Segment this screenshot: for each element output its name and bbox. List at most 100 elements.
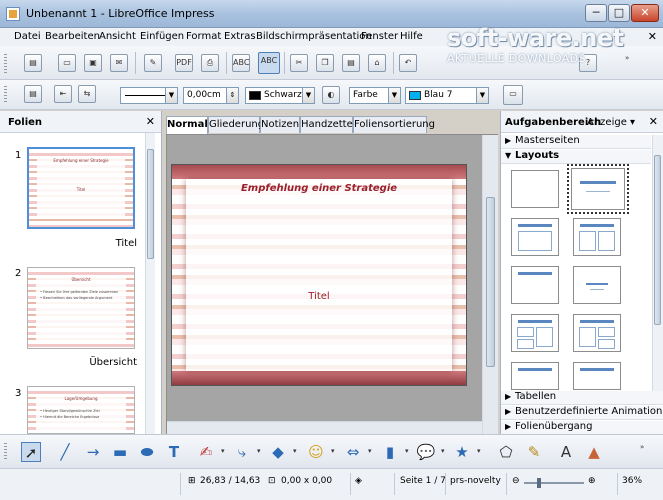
- chevron-down-icon[interactable]: ▾: [293, 447, 297, 455]
- callouts-icon[interactable]: 💬: [416, 442, 436, 462]
- stars-icon[interactable]: ★: [452, 442, 472, 462]
- zoom-out-button[interactable]: ⊖: [512, 476, 520, 486]
- layouts-scrollbar[interactable]: [652, 135, 663, 391]
- section-animation[interactable]: ▶ Benutzerdefinierte Animation: [501, 406, 663, 420]
- symbol-shapes-icon[interactable]: ☺: [306, 442, 326, 462]
- copy-icon[interactable]: ❐: [316, 54, 334, 72]
- glue-points-icon[interactable]: ✎: [524, 442, 544, 462]
- chevron-down-icon[interactable]: ▾: [441, 447, 445, 455]
- area-fill-icon[interactable]: ◐: [322, 86, 340, 104]
- slide-title[interactable]: Empfehlung einer Strategie: [186, 183, 452, 194]
- chevron-down-icon[interactable]: ▾: [477, 447, 481, 455]
- chevron-down-icon[interactable]: ▾: [221, 447, 225, 455]
- block-arrows-icon[interactable]: ⇔: [343, 442, 363, 462]
- curve-tool-icon[interactable]: ✍: [196, 442, 216, 462]
- from-file-icon[interactable]: ▲: [584, 442, 604, 462]
- maximize-button[interactable]: □: [608, 4, 630, 22]
- undo-icon[interactable]: ↶: [399, 54, 417, 72]
- line-properties-icon[interactable]: ▤: [24, 85, 42, 103]
- select-pointer-icon[interactable]: ➚: [21, 442, 41, 462]
- layout-title-two-content[interactable]: [573, 218, 621, 256]
- clone-formatting-icon[interactable]: ⌂: [368, 54, 386, 72]
- close-document-button[interactable]: ✕: [648, 30, 657, 43]
- menu-ansicht[interactable]: Ansicht: [99, 31, 136, 42]
- slide-thumbnail-1[interactable]: Empfehlung einer Strategie Titel: [27, 147, 135, 229]
- current-slide[interactable]: Empfehlung einer Strategie Titel: [171, 164, 467, 386]
- toolbar-overflow-icon[interactable]: »: [625, 54, 629, 62]
- zoom-slider-handle[interactable]: [537, 478, 541, 488]
- menu-bearbeiten[interactable]: Bearbeiten: [45, 31, 100, 42]
- toolbar-grip[interactable]: [4, 86, 7, 104]
- menu-fenster[interactable]: Fenster: [361, 31, 398, 42]
- task-pane-view-menu[interactable]: Anzeige ▾: [587, 117, 635, 128]
- slide-thumbnail-3[interactable]: Lage/Umgebung • Heutiger Stand/gewünscht…: [27, 386, 135, 434]
- line-width-field[interactable]: 0,00cm ⇕: [183, 87, 239, 104]
- paste-icon[interactable]: ▤: [342, 54, 360, 72]
- save-icon[interactable]: ▣: [84, 54, 102, 72]
- slide-subtitle[interactable]: Titel: [186, 291, 452, 302]
- slide-edit-area[interactable]: Empfehlung einer Strategie Titel: [166, 134, 498, 435]
- chevron-down-icon[interactable]: ▾: [368, 447, 372, 455]
- menu-einfuegen[interactable]: Einfügen: [140, 31, 184, 42]
- toolbar-overflow-icon[interactable]: »: [640, 443, 644, 451]
- points-icon[interactable]: ⬠: [496, 442, 516, 462]
- new-document-icon[interactable]: ▤: [24, 54, 42, 72]
- rectangle-tool-icon[interactable]: ▬: [110, 442, 130, 462]
- tab-notizen[interactable]: Notizen: [260, 116, 300, 133]
- flowchart-icon[interactable]: ▮: [380, 442, 400, 462]
- tab-foliensortierung[interactable]: Foliensortierung: [353, 116, 435, 133]
- layout-title-6content[interactable]: [573, 362, 621, 390]
- edit-file-icon[interactable]: ✎: [144, 54, 162, 72]
- email-icon[interactable]: ✉: [110, 54, 128, 72]
- basic-shapes-icon[interactable]: ◆: [268, 442, 288, 462]
- menu-datei[interactable]: Datei: [14, 31, 41, 42]
- fontwork-icon[interactable]: A: [556, 442, 576, 462]
- close-task-pane-button[interactable]: ✕: [649, 115, 658, 128]
- minimize-button[interactable]: ─: [585, 4, 607, 22]
- print-icon[interactable]: ⎙: [201, 54, 219, 72]
- arrow-line-tool-icon[interactable]: →: [83, 442, 103, 462]
- fill-type-select[interactable]: Farbe ▼: [349, 87, 401, 104]
- layout-title-2content-content[interactable]: [511, 314, 559, 352]
- close-slides-pane-button[interactable]: ✕: [146, 115, 155, 128]
- menu-bildschirmpraesentation[interactable]: Bildschirmpräsentation: [256, 31, 372, 42]
- menu-format[interactable]: Format: [186, 31, 221, 42]
- autospellcheck-icon[interactable]: ABC: [258, 52, 280, 74]
- section-folienuebergang[interactable]: ▶ Folienübergang: [501, 421, 663, 435]
- arrow-style-icon[interactable]: ⇤: [54, 85, 72, 103]
- slide-vertical-scrollbar[interactable]: [482, 135, 498, 435]
- toolbar-grip[interactable]: [4, 443, 7, 461]
- menu-hilfe[interactable]: Hilfe: [400, 31, 423, 42]
- zoom-level[interactable]: 36%: [622, 476, 642, 486]
- open-folder-icon[interactable]: ▭: [58, 54, 76, 72]
- line-style-select[interactable]: ▼: [120, 87, 178, 104]
- layout-title-only[interactable]: [511, 266, 559, 304]
- layout-centered-text[interactable]: [573, 266, 621, 304]
- layout-title-content-2content[interactable]: [573, 314, 621, 352]
- zoom-in-button[interactable]: ⊕: [588, 476, 596, 486]
- zoom-slider[interactable]: [524, 482, 584, 484]
- chevron-down-icon[interactable]: ▾: [405, 447, 409, 455]
- section-layouts[interactable]: ▼ Layouts: [501, 150, 651, 164]
- tab-gliederung[interactable]: Gliederung: [208, 116, 264, 133]
- layout-blank[interactable]: [511, 170, 559, 208]
- export-pdf-icon[interactable]: PDF: [175, 54, 193, 72]
- menu-extras[interactable]: Extras: [224, 31, 256, 42]
- line-color-select[interactable]: Schwarz ▼: [245, 87, 315, 104]
- scrollbar-thumb[interactable]: [486, 197, 495, 367]
- spellcheck-icon[interactable]: ABC: [232, 54, 250, 72]
- layout-title-content[interactable]: [511, 218, 559, 256]
- fill-color-select[interactable]: Blau 7 ▼: [405, 87, 489, 104]
- scrollbar-thumb[interactable]: [654, 155, 661, 325]
- text-tool-icon[interactable]: T: [164, 442, 184, 462]
- connector-tool-icon[interactable]: ⤷: [232, 442, 252, 462]
- tab-normal[interactable]: Normal: [166, 116, 208, 134]
- section-masterseiten[interactable]: ▶ Masterseiten: [501, 135, 651, 149]
- chevron-down-icon[interactable]: ▾: [257, 447, 261, 455]
- close-window-button[interactable]: ✕: [631, 4, 659, 22]
- impress-app-icon[interactable]: [6, 7, 20, 21]
- section-tabellen[interactable]: ▶ Tabellen: [501, 391, 663, 405]
- chevron-down-icon[interactable]: ▾: [331, 447, 335, 455]
- slide-thumbnail-2[interactable]: Übersicht • Fassen Sie Ihre geltenden Zi…: [27, 267, 135, 349]
- cut-icon[interactable]: ✂: [290, 54, 308, 72]
